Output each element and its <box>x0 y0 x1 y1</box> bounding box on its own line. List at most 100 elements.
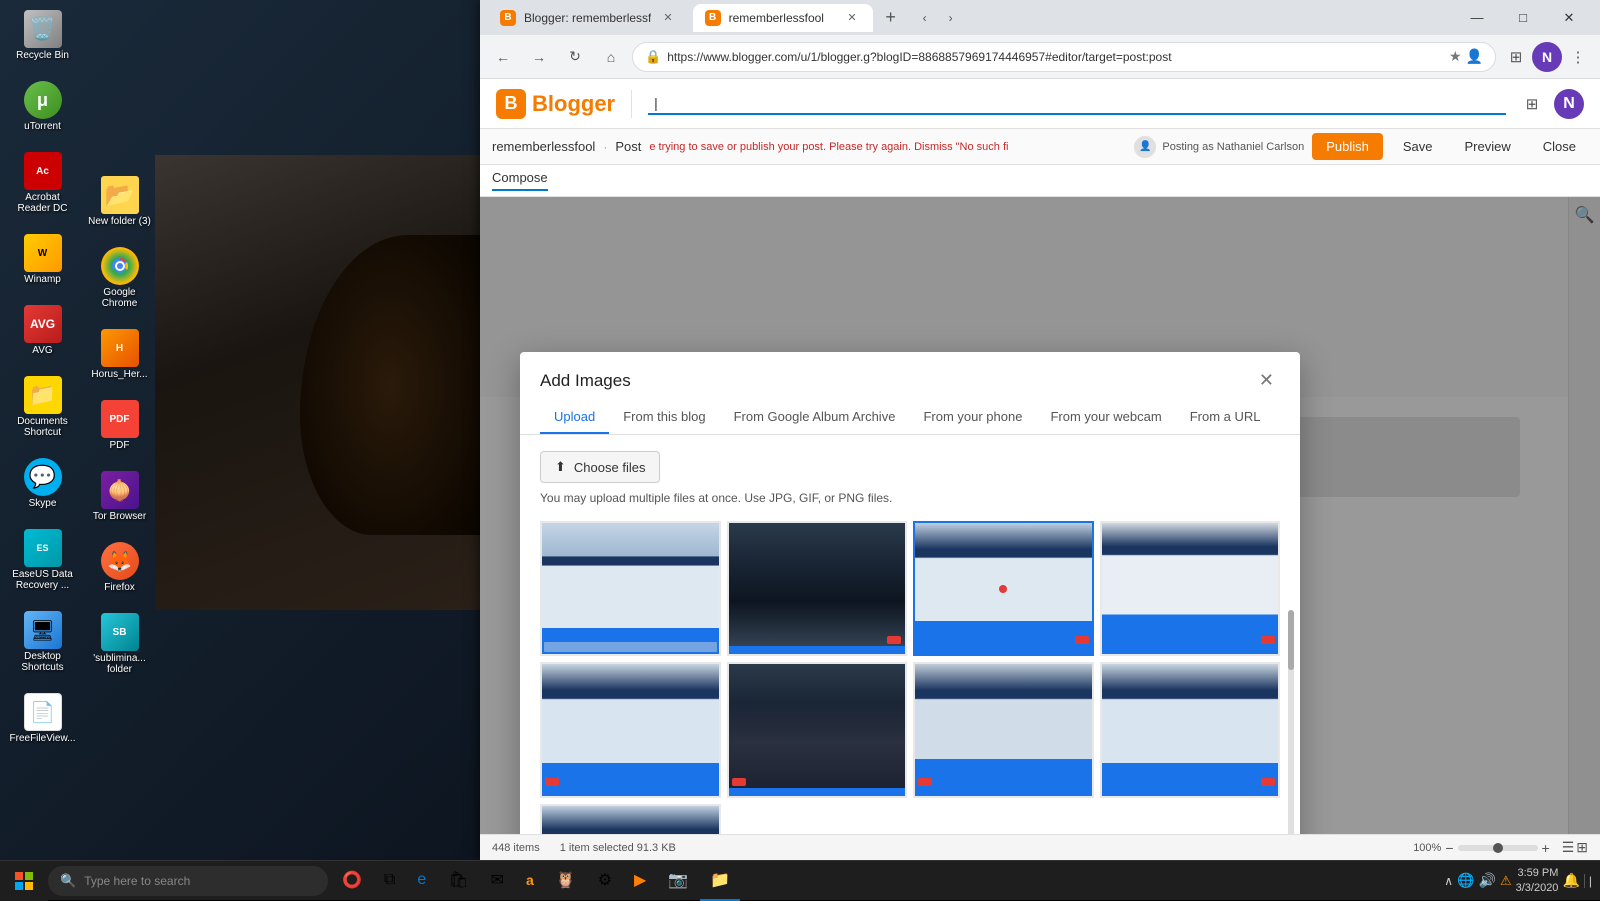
taskbar-store-button[interactable]: 🛍 <box>438 861 478 901</box>
grid-view-button[interactable]: ⊞ <box>1576 839 1588 856</box>
url-field[interactable]: 🔒 https://www.blogger.com/u/1/blogger.g?… <box>632 42 1496 72</box>
tab-from-blog[interactable]: From this blog <box>609 401 719 434</box>
close-editor-button[interactable]: Close <box>1531 133 1588 160</box>
taskbar-mail-button[interactable]: ✉ <box>481 861 514 901</box>
action-center-icon[interactable]: 🔔 <box>1562 872 1579 889</box>
thumbnail-4[interactable] <box>1100 521 1281 656</box>
tray-notification-icon[interactable]: ⚠ <box>1500 873 1512 889</box>
desktop-peek-button[interactable]: | <box>1584 874 1592 888</box>
publish-button[interactable]: Publish <box>1312 133 1383 160</box>
freefileview-label: FreeFileView... <box>10 733 76 744</box>
maximize-button[interactable]: □ <box>1500 0 1546 35</box>
taskbar-tripadvisor-button[interactable]: 🦉 <box>546 861 586 901</box>
reload-button[interactable]: ↻ <box>560 42 590 72</box>
compose-tab-label[interactable]: Compose <box>492 170 548 191</box>
icon-horus[interactable]: H Horus_Her... <box>82 324 157 385</box>
tab-scroll-right[interactable]: › <box>939 6 963 30</box>
icon-google-chrome[interactable]: Google Chrome <box>82 242 157 314</box>
blog-title-input[interactable]: | <box>648 93 1506 115</box>
icon-freefileview[interactable]: 📄 FreeFileView... <box>5 688 80 749</box>
icon-recycle-bin[interactable]: 🗑️ Recycle Bin <box>5 5 80 66</box>
choose-files-button[interactable]: ⬆ Choose files <box>540 451 660 483</box>
icon-pdf[interactable]: PDF PDF <box>82 395 157 456</box>
volume-icon[interactable]: 🔊 <box>1479 872 1496 889</box>
profile-icon[interactable]: 👤 <box>1466 48 1483 65</box>
apps-grid-button[interactable]: ⊞ <box>1518 90 1546 118</box>
modal-header: Add Images ✕ <box>520 352 1300 393</box>
home-button[interactable]: ⌂ <box>596 42 626 72</box>
taskbar-vlc-button[interactable]: ▶ <box>624 861 656 901</box>
blogger-logo: B Blogger <box>496 89 615 119</box>
taskbar-clock[interactable]: 3:59 PM 3/3/2020 <box>1516 866 1559 895</box>
icon-acrobat[interactable]: Ac Acrobat Reader DC <box>5 147 80 219</box>
new-tab-button[interactable]: + <box>877 4 905 32</box>
thumbnail-3[interactable] <box>913 521 1094 656</box>
modal-scrollbar[interactable] <box>1288 610 1294 848</box>
icon-tor[interactable]: 🧅 Tor Browser <box>82 466 157 527</box>
posting-avatar: 👤 <box>1134 136 1156 158</box>
address-bar: ← → ↻ ⌂ 🔒 https://www.blogger.com/u/1/bl… <box>480 35 1600 79</box>
zoom-in-button[interactable]: + <box>1542 840 1550 856</box>
list-view-button[interactable]: ☰ <box>1562 839 1575 856</box>
easeus-icon: ES <box>24 529 62 567</box>
tab1-close-button[interactable]: ✕ <box>659 9 676 26</box>
thumbnail-1[interactable] <box>540 521 721 656</box>
taskbar-app-icons: ⭕ ⧉ e 🛍 ✉ a 🦉 ⚙ ▶ 📷 📁 <box>332 861 740 901</box>
blogger-main: Blogger Add Images ✕ Upload From this bl… <box>480 197 1600 848</box>
tab-google-album[interactable]: From Google Album Archive <box>720 401 910 434</box>
browser-tab-2[interactable]: B rememberlessfool ✕ <box>693 4 873 32</box>
blogger-title: Blogger <box>532 91 615 117</box>
zoom-control: 100% − + <box>1413 840 1550 856</box>
tab-from-webcam[interactable]: From your webcam <box>1036 401 1175 434</box>
thumbnail-5[interactable] <box>540 662 721 797</box>
icon-new-folder[interactable]: 📂 New folder (3) <box>82 171 157 232</box>
more-options-button[interactable]: ⋮ <box>1564 43 1592 71</box>
taskbar-search-placeholder: Type here to search <box>84 874 190 888</box>
close-window-button[interactable]: ✕ <box>1546 0 1592 35</box>
taskbar-camera-button[interactable]: 📷 <box>658 861 698 901</box>
zoom-slider[interactable] <box>1458 845 1538 851</box>
taskbar-multitask-button[interactable]: ⧉ <box>374 861 405 901</box>
tab-upload[interactable]: Upload <box>540 401 609 434</box>
icon-desktop-shortcuts[interactable]: 🖥 Desktop Shortcuts <box>5 606 80 678</box>
minimize-button[interactable]: — <box>1454 0 1500 35</box>
icon-subliminal[interactable]: SB 'sublimina... folder <box>82 608 157 680</box>
thumbnail-8[interactable] <box>1100 662 1281 797</box>
taskbar-edge-button[interactable]: e <box>407 861 436 901</box>
icon-easeus[interactable]: ES EaseUS Data Recovery ... <box>5 524 80 596</box>
icon-skype[interactable]: 💬 Skype <box>5 453 80 514</box>
tab-from-phone[interactable]: From your phone <box>909 401 1036 434</box>
browser-tab-1[interactable]: B Blogger: rememberlessf ✕ <box>488 4 689 32</box>
extensions-button[interactable]: ⊞ <box>1502 43 1530 71</box>
taskbar-cortana-button[interactable]: ⭕ <box>332 861 372 901</box>
icon-winamp[interactable]: W Winamp <box>5 229 80 290</box>
taskbar-search-box[interactable]: 🔍 Type here to search <box>48 866 328 896</box>
forward-button[interactable]: → <box>524 42 554 72</box>
save-button[interactable]: Save <box>1391 133 1445 160</box>
notification-chevron[interactable]: ∧ <box>1444 874 1453 888</box>
tab2-close-button[interactable]: ✕ <box>843 9 860 26</box>
taskbar-explorer-button[interactable]: 📁 <box>700 861 740 901</box>
taskbar-amazon-button[interactable]: a <box>516 861 544 901</box>
modal-overlay[interactable]: Add Images ✕ Upload From this blog From … <box>480 197 1600 848</box>
icon-firefox[interactable]: 🦊 Firefox <box>82 537 157 598</box>
tab-from-url[interactable]: From a URL <box>1176 401 1275 434</box>
back-button[interactable]: ← <box>488 42 518 72</box>
thumbnail-6[interactable] <box>727 662 908 797</box>
icon-utorrent[interactable]: μ uTorrent <box>5 76 80 137</box>
modal-close-button[interactable]: ✕ <box>1253 368 1280 393</box>
zoom-slider-thumb <box>1493 843 1503 853</box>
bookmark-icon[interactable]: ★ <box>1449 48 1462 65</box>
icon-avg[interactable]: AVG AVG <box>5 300 80 361</box>
preview-button[interactable]: Preview <box>1453 133 1523 160</box>
user-account-button[interactable]: N <box>1554 89 1584 119</box>
network-icon[interactable]: 🌐 <box>1457 872 1474 889</box>
thumbnail-2[interactable] <box>727 521 908 656</box>
taskbar-media-button[interactable]: ⚙ <box>588 861 622 901</box>
icon-documents[interactable]: 📁 Documents Shortcut <box>5 371 80 443</box>
zoom-out-button[interactable]: − <box>1445 840 1453 856</box>
thumbnail-7[interactable] <box>913 662 1094 797</box>
user-profile-button[interactable]: N <box>1532 42 1562 72</box>
tab-scroll-left[interactable]: ‹ <box>913 6 937 30</box>
start-button[interactable] <box>0 861 48 901</box>
